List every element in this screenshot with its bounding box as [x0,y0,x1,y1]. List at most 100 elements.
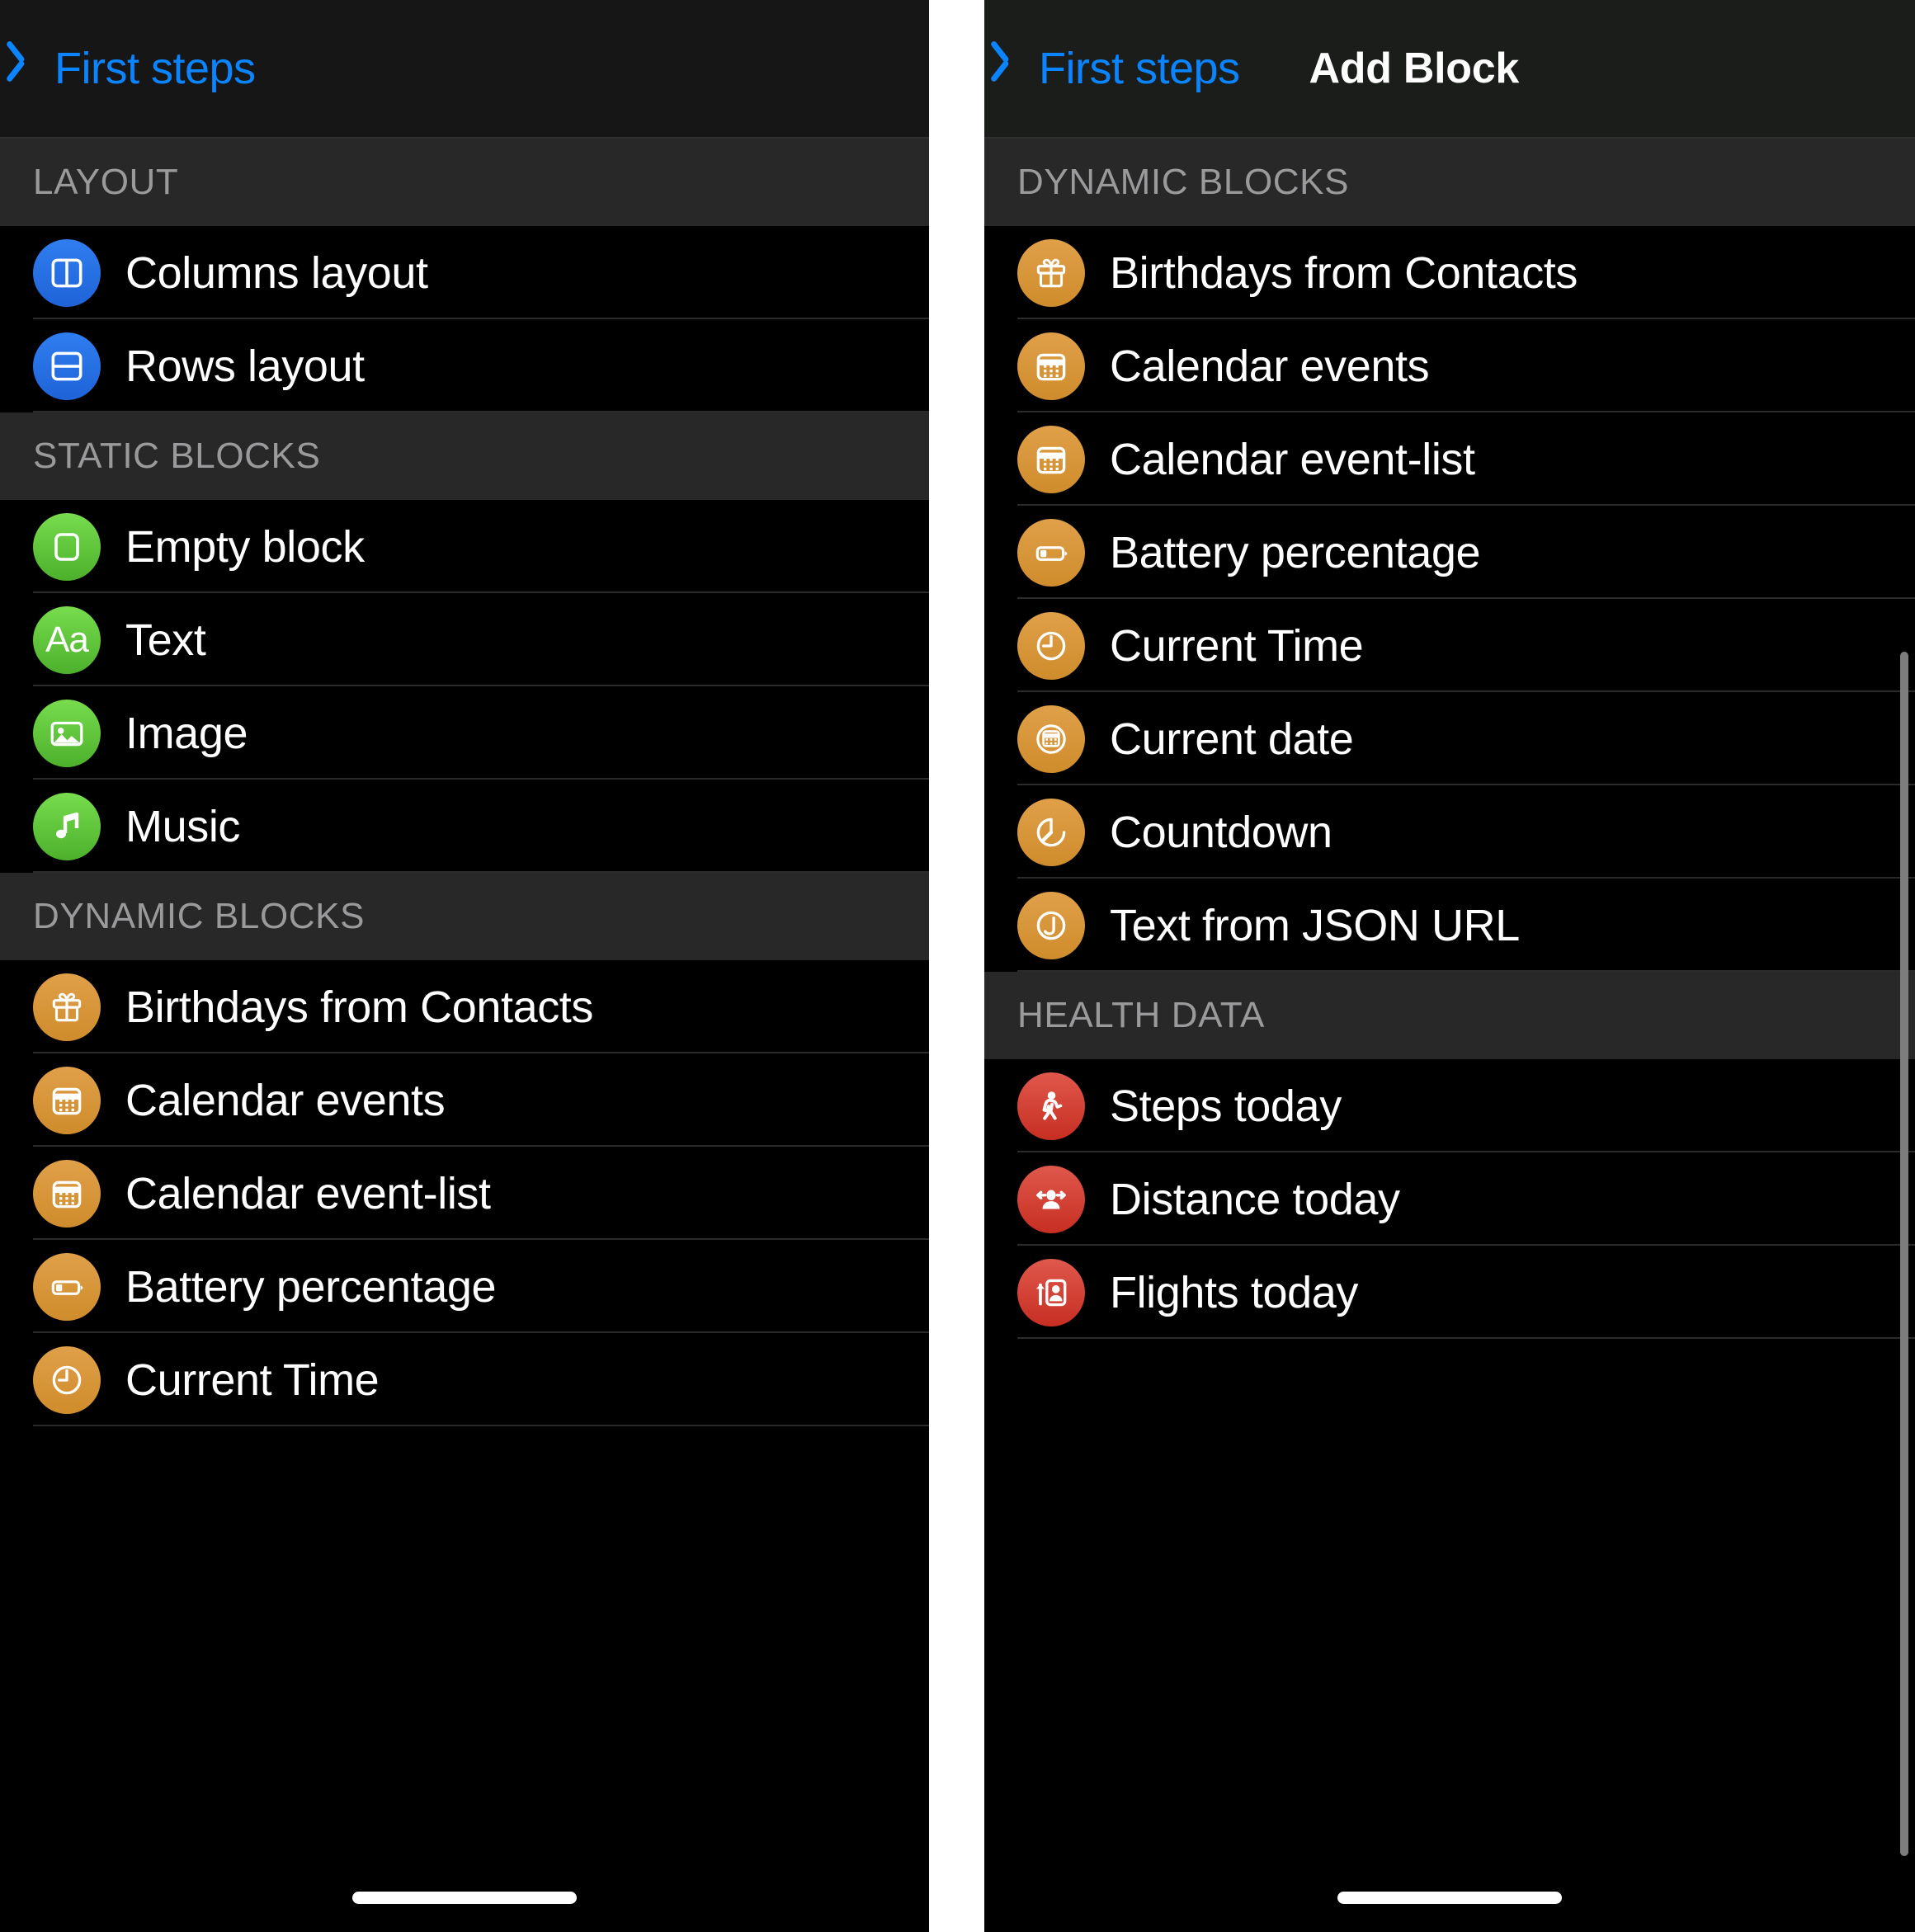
back-button-first-steps[interactable]: First steps [1004,43,1240,94]
battery-icon [46,1266,87,1308]
block-list: Empty block Aa Text Image Music [0,500,929,873]
home-indicator [352,1892,577,1904]
clock-icon [46,1359,87,1401]
list-item-icon-bubble [33,1066,101,1134]
section-header: HEALTH DATA [984,972,1915,1059]
list-item-label: Calendar events [125,1075,446,1125]
list-item[interactable]: Distance today [984,1152,1915,1246]
list-item-icon-bubble [33,1252,101,1321]
empty-block-icon [47,527,87,567]
left-list-body[interactable]: LAYOUT Columns layout Rows layout STATIC BL… [0,139,929,1525]
columns-layout-icon [46,252,87,294]
list-item-label: Music [125,801,241,851]
list-item-label: Empty block [125,521,365,572]
list-item[interactable]: Battery percentage [0,1240,929,1333]
list-item-label: Battery percentage [1110,527,1481,577]
block-list: Steps today Distance today Flights today [984,1059,1915,1339]
rows-layout-icon [46,346,87,387]
calendar-circle-icon [1031,719,1072,760]
list-item[interactable]: Steps today [984,1059,1915,1152]
dual-screenshot-container: First steps LAYOUT Columns layout Rows lay… [0,0,1915,1932]
list-item-icon-bubble [1017,425,1085,493]
calendar-icon [46,1173,87,1214]
calendar-icon [1031,439,1072,480]
page-title: Add Block [1309,45,1520,92]
list-item-icon-bubble [1017,704,1085,773]
list-item-icon-bubble [33,699,101,767]
list-item[interactable]: Current Time [984,599,1915,692]
list-item-icon-bubble [1017,518,1085,587]
chevron-left-icon [1004,47,1029,90]
list-item-label: Columns layout [125,247,428,298]
back-button-label: First steps [54,44,256,93]
list-item[interactable]: Empty block [0,500,929,593]
list-item-label: Calendar event-list [125,1168,491,1218]
back-button-label: First steps [1039,44,1240,93]
list-item-icon-bubble [33,973,101,1041]
list-item[interactable]: Calendar events [0,1053,929,1147]
list-item-label: Calendar events [1110,341,1430,391]
list-item-label: Birthdays from Contacts [1110,247,1578,298]
list-item-icon-bubble [1017,1072,1085,1140]
section-header: STATIC BLOCKS [0,412,929,500]
list-item-icon-bubble [1017,238,1085,307]
section-header: DYNAMIC BLOCKS [0,873,929,960]
list-item-icon-bubble [33,792,101,860]
list-item-label: Current Time [1110,620,1364,671]
panel-gap-divider [929,0,984,1932]
list-item[interactable]: Birthdays from Contacts [0,960,929,1053]
list-item-label: Distance today [1110,1174,1400,1224]
block-list: Birthdays from Contacts Calendar events Ca… [0,960,929,1426]
list-item[interactable]: Calendar events [984,319,1915,412]
list-item-label: Current date [1110,714,1354,764]
vertical-scrollbar[interactable] [1900,652,1908,1856]
text-aa-glyph: Aa [45,619,89,660]
list-item-label: Image [125,708,248,758]
list-item-icon-bubble [33,1345,101,1414]
calendar-icon [1031,346,1072,387]
list-item-icon-bubble [1017,798,1085,866]
image-icon [46,713,87,754]
gift-icon [1031,252,1072,294]
list-item[interactable]: Birthdays from Contacts [984,226,1915,319]
back-button-first-steps[interactable]: First steps [20,43,256,94]
list-item[interactable]: Current Time [0,1333,929,1426]
list-item-label: Rows layout [125,341,365,391]
list-item-label: Text from JSON URL [1110,900,1520,950]
list-item[interactable]: Flights today [984,1246,1915,1339]
list-item[interactable]: Calendar event-list [984,412,1915,506]
list-item-icon-bubble [1017,611,1085,680]
music-note-icon [47,807,87,846]
flights-person-icon [1031,1272,1072,1313]
list-item-icon-bubble [1017,1258,1085,1326]
list-item-icon-bubble [1017,1165,1085,1233]
right-phone-screen: First steps Add Block DYNAMIC BLOCKS Birt… [984,0,1915,1932]
clock-icon [1031,625,1072,667]
list-item[interactable]: Text from JSON URL [984,879,1915,972]
right-navbar: First steps Add Block [984,0,1915,139]
list-item[interactable]: Calendar event-list [0,1147,929,1240]
list-item[interactable]: Countdown [984,785,1915,879]
bottom-spacer [0,1426,929,1525]
list-item[interactable]: Aa Text [0,593,929,686]
list-item-label: Steps today [1110,1081,1342,1131]
battery-icon [1031,532,1072,573]
list-item-label: Current Time [125,1355,380,1405]
list-item[interactable]: Image [0,686,929,780]
home-indicator [1337,1892,1562,1904]
list-item[interactable]: Battery percentage [984,506,1915,599]
list-item[interactable]: Current date [984,692,1915,785]
list-item-icon-bubble: Aa [33,606,101,674]
list-item[interactable]: Columns layout [0,226,929,319]
distance-person-icon [1031,1179,1072,1220]
bottom-spacer [984,1339,1915,1438]
section-header: LAYOUT [0,139,929,226]
list-item[interactable]: Music [0,780,929,873]
walking-figure-icon [1031,1086,1072,1127]
list-item[interactable]: Rows layout [0,319,929,412]
list-item-icon-bubble [1017,891,1085,959]
list-item-icon-bubble [1017,332,1085,400]
section-header: DYNAMIC BLOCKS [984,139,1915,226]
right-list-body[interactable]: DYNAMIC BLOCKS Birthdays from Contacts Cal… [984,139,1915,1438]
list-item-label: Countdown [1110,807,1332,857]
